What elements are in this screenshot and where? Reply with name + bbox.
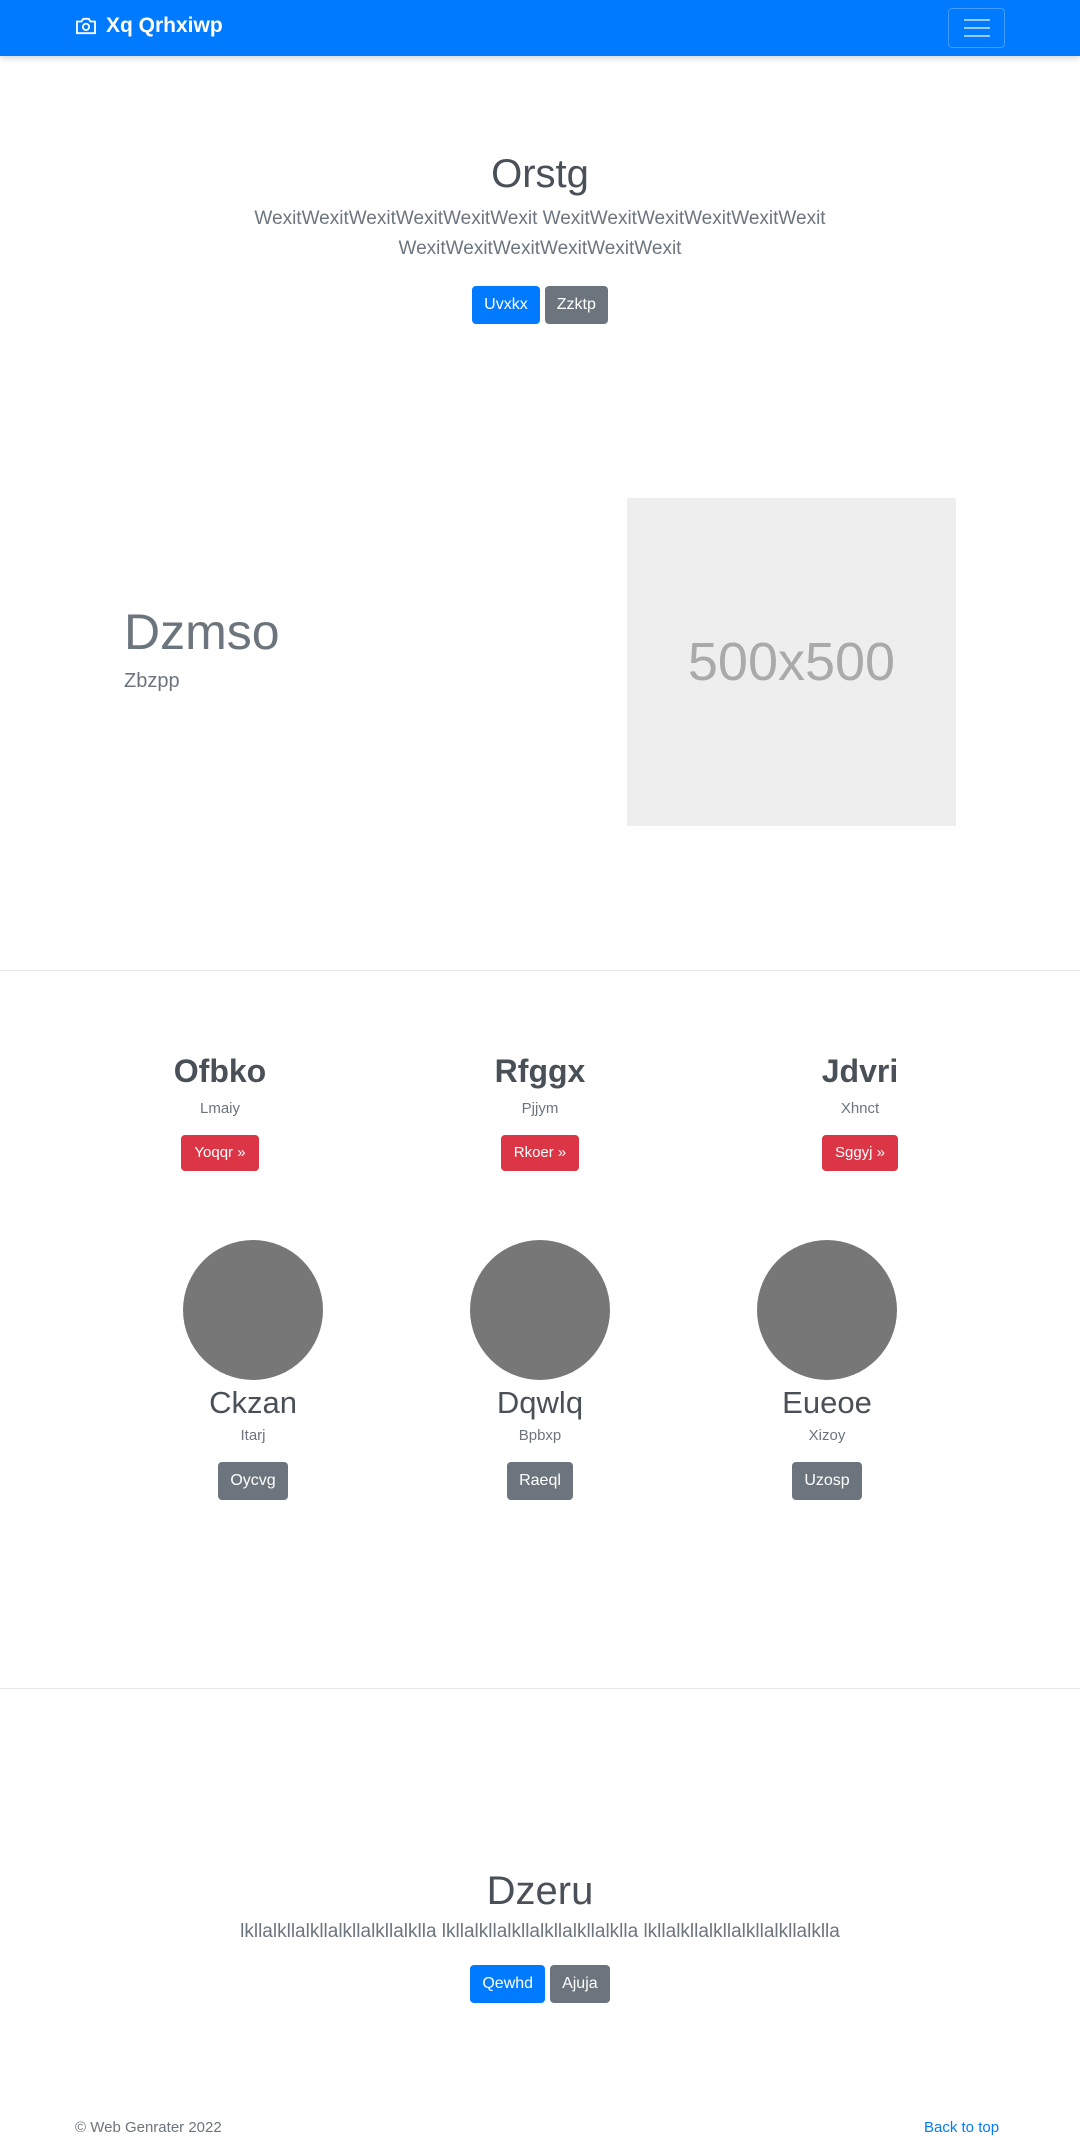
column-title: Rfggx <box>494 1053 586 1089</box>
hero-section: Orstg WexitWexitWexitWexitWexitWexit Wex… <box>0 150 1080 324</box>
column-title: Jdvri <box>821 1053 899 1089</box>
section-divider <box>0 1688 1080 1689</box>
navbar-toggler-button[interactable] <box>948 8 1005 48</box>
circle-card-text: Itarj <box>240 1427 266 1445</box>
hamburger-icon <box>963 35 990 37</box>
column-3: Jdvri Xhnct Sggyj » <box>760 1052 960 1172</box>
circle-card-title: Ckzan <box>209 1385 297 1420</box>
circle-card-3: Eueoe Xizoy Uzosp <box>727 1240 927 1501</box>
camera-icon <box>76 17 96 35</box>
column-button[interactable]: Yoqqr » <box>181 1135 259 1172</box>
hero-primary-button[interactable]: Uvxkx <box>472 286 540 324</box>
bottom-hero-primary-button[interactable]: Qewhd <box>470 1965 546 2003</box>
hero-lead: WexitWexitWexitWexitWexitWexit WexitWexi… <box>254 208 826 259</box>
column-2: Rfggx Pjjym Rkoer » <box>440 1052 640 1172</box>
column-text: Pjjym <box>521 1100 559 1118</box>
hero-buttons: Uvxkx Zzktp <box>0 286 1080 324</box>
avatar <box>470 1240 610 1380</box>
bottom-hero-section: Dzeru lkllalkllalkllalkllalkllalklla lkl… <box>0 1867 1080 2003</box>
bottom-hero-secondary-button[interactable]: Ajuja <box>550 1965 610 2003</box>
footer-copyright: © Web Genrater 2022 <box>75 2119 222 2136</box>
circle-card-2: Dqwlq Bpbxp Raeql <box>440 1240 640 1501</box>
bottom-hero-title: Dzeru <box>486 1869 594 1913</box>
hero-title: Orstg <box>491 152 589 196</box>
circle-card-text: Bpbxp <box>518 1427 562 1445</box>
column-button[interactable]: Rkoer » <box>500 1135 580 1172</box>
hamburger-icon <box>963 19 990 21</box>
column-title: Ofbko <box>173 1053 267 1089</box>
column-button[interactable]: Sggyj » <box>821 1135 899 1172</box>
circle-card-1: Ckzan Itarj Oycvg <box>153 1240 353 1501</box>
bottom-hero-lead: lkllalkllalkllalkllalkllalklla lkllalkll… <box>240 1921 840 1942</box>
placeholder-image-label: 500x500 <box>687 632 896 692</box>
navbar: Xq Qrhxiwp <box>0 0 1080 56</box>
circle-card-button[interactable]: Raeql <box>507 1462 573 1501</box>
circle-card-button[interactable]: Uzosp <box>792 1462 862 1501</box>
circle-card-title: Dqwlq <box>496 1385 584 1420</box>
column-text: Lmaiy <box>199 1100 240 1118</box>
circle-card-button[interactable]: Oycvg <box>218 1462 288 1501</box>
column-1: Ofbko Lmaiy Yoqqr » <box>120 1052 320 1172</box>
bottom-hero-buttons: Qewhd Ajuja <box>0 1965 1080 2003</box>
avatar <box>183 1240 323 1380</box>
section-divider <box>0 970 1080 971</box>
avatar <box>757 1240 897 1380</box>
hamburger-icon <box>963 27 990 29</box>
brand-link[interactable]: Xq Qrhxiwp <box>75 14 223 38</box>
circle-card-title: Eueoe <box>782 1385 872 1420</box>
placeholder-image: 500x500 <box>627 498 956 826</box>
featurette-subtitle: Zbzpp <box>124 670 180 692</box>
brand-name: Xq Qrhxiwp <box>106 14 223 37</box>
featurette-title: Dzmso <box>124 604 280 660</box>
back-to-top-link[interactable]: Back to top <box>924 2119 999 2136</box>
column-text: Xhnct <box>840 1100 880 1118</box>
circle-card-text: Xizoy <box>808 1427 846 1445</box>
hero-secondary-button[interactable]: Zzktp <box>544 286 608 324</box>
